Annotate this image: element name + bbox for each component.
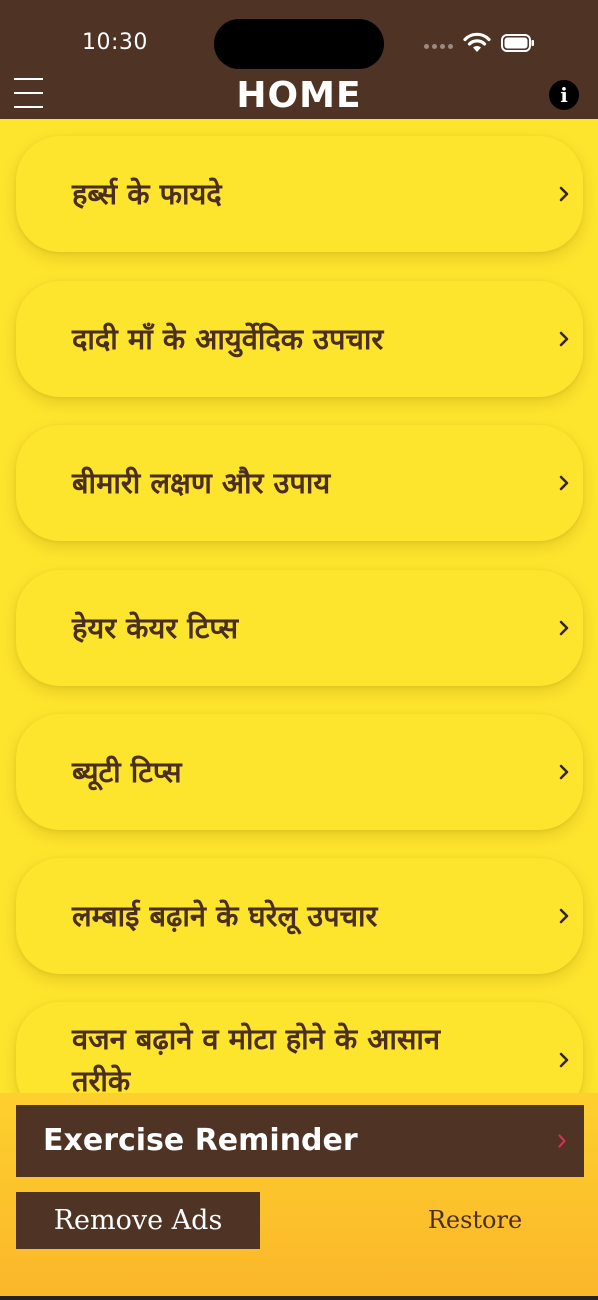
home-menu-list: हर्ब्स के फायदे दादी माँ के आयुर्वेदिक उ…: [0, 119, 598, 1093]
chevron-right-icon: [559, 620, 569, 636]
info-icon[interactable]: i: [549, 80, 579, 110]
status-bar: 10:30: [0, 0, 598, 70]
exercise-reminder-button[interactable]: Exercise Reminder: [16, 1105, 584, 1177]
list-item[interactable]: लम्बाई बढ़ाने के घरेलू उपचार: [16, 858, 583, 974]
chevron-right-icon: [559, 475, 569, 491]
exercise-reminder-label: Exercise Reminder: [43, 1123, 358, 1158]
list-item-label: दादी माँ के आयुर्वेदिक उपचार: [72, 322, 384, 356]
cellular-signal-icon: [424, 44, 456, 50]
chevron-right-icon: [558, 1134, 566, 1148]
list-item-label: वजन बढ़ाने व मोटा होने के आसान तरीके: [72, 1022, 441, 1093]
list-item-label: बीमारी लक्षण और उपाय: [72, 466, 331, 500]
chevron-right-icon: [559, 764, 569, 780]
list-item-label: हर्ब्स के फायदे: [72, 177, 222, 211]
bottom-panel: Exercise Reminder Remove Ads Restore: [0, 1093, 598, 1300]
chevron-right-icon: [559, 186, 569, 202]
chevron-right-icon: [559, 908, 569, 924]
list-item[interactable]: ब्यूटी टिप्स: [16, 714, 583, 830]
list-item[interactable]: दादी माँ के आयुर्वेदिक उपचार: [16, 281, 583, 397]
list-item-label: ब्यूटी टिप्स: [72, 755, 182, 789]
chevron-right-icon: [559, 331, 569, 347]
list-item[interactable]: बीमारी लक्षण और उपाय: [16, 425, 583, 541]
list-item[interactable]: वजन बढ़ाने व मोटा होने के आसान तरीके: [16, 1002, 583, 1093]
dynamic-island: [214, 19, 384, 69]
list-item-label: हेयर केयर टिप्स: [72, 611, 239, 645]
battery-icon: [501, 34, 534, 52]
status-time: 10:30: [82, 30, 148, 55]
home-indicator: [0, 1296, 598, 1300]
remove-ads-button[interactable]: Remove Ads: [16, 1192, 260, 1249]
list-item[interactable]: हेयर केयर टिप्स: [16, 570, 583, 686]
chevron-right-icon: [559, 1052, 569, 1068]
page-title: HOME: [236, 75, 362, 116]
nav-bar: HOME i: [0, 70, 598, 119]
restore-button[interactable]: Restore: [404, 1192, 546, 1249]
list-item[interactable]: हर्ब्स के फायदे: [16, 136, 583, 252]
list-item-label: लम्बाई बढ़ाने के घरेलू उपचार: [72, 899, 378, 933]
wifi-icon: [463, 32, 491, 52]
